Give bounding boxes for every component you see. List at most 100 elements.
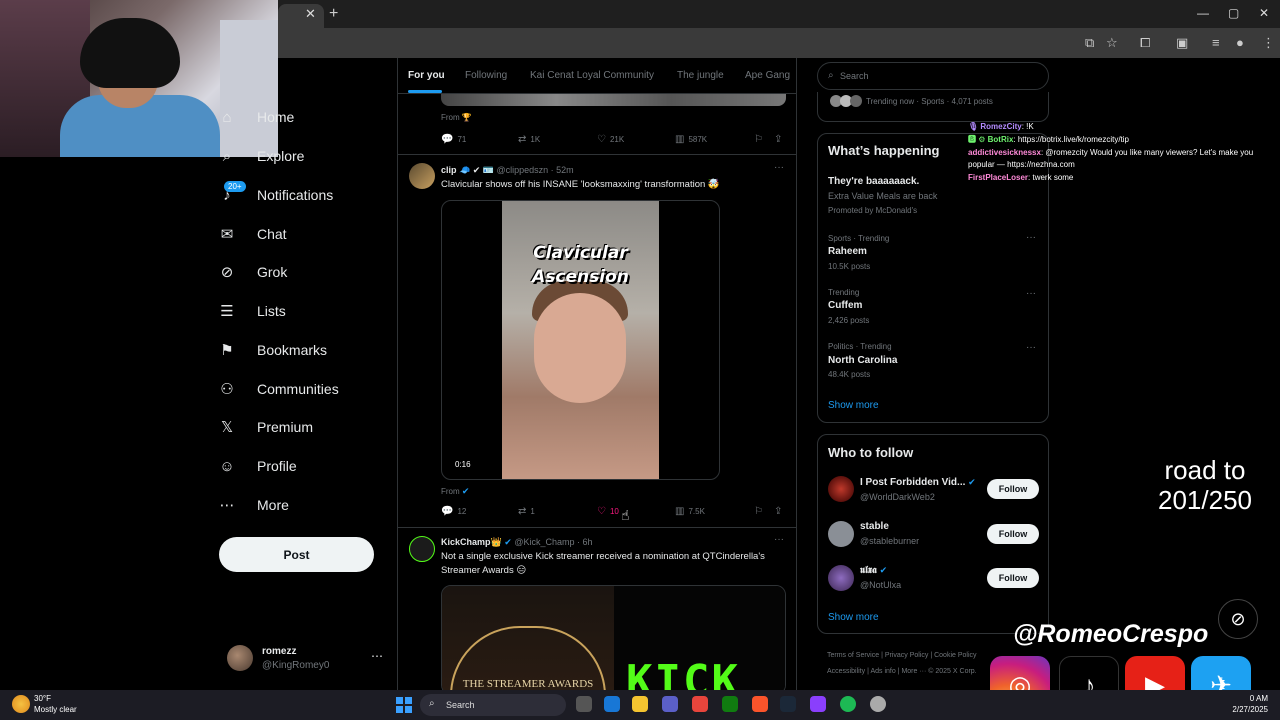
sidebar-item-explore[interactable]: ⌕ Explore [218, 141, 305, 171]
profile-icon[interactable]: ● [1236, 35, 1244, 50]
follow-button[interactable]: Follow [987, 568, 1039, 588]
verified-icon: ✔ [968, 477, 976, 487]
sidebar-item-communities[interactable]: ⚇ Communities [218, 374, 338, 404]
share-button[interactable]: ⇪ [774, 134, 786, 145]
sidebar-item-more[interactable]: ⋯ More [218, 490, 289, 520]
trend-name[interactable]: Cuffem [828, 300, 862, 311]
bell-icon: ♪ 20+ [218, 180, 246, 204]
steam-icon[interactable] [780, 696, 796, 712]
sidebar-item-bookmarks[interactable]: ⚑ Bookmarks [218, 335, 327, 365]
more-icon[interactable]: ··· [774, 534, 784, 545]
tab-ape-gang[interactable]: Ape Gang [745, 70, 790, 81]
chrome-icon[interactable] [692, 696, 708, 712]
bookmark-button[interactable]: ⚐ [754, 134, 767, 145]
brave-icon[interactable] [752, 696, 768, 712]
more-icon[interactable]: ··· [1026, 342, 1036, 353]
like-button[interactable]: ♡ 21K [597, 134, 624, 145]
sidebar-item-profile[interactable]: ☺ Profile [218, 451, 296, 481]
avatar[interactable] [828, 521, 854, 547]
avatar[interactable] [828, 476, 854, 502]
video-title: Clavicular Ascension [532, 243, 629, 287]
weather-condition[interactable]: Mostly clear [34, 705, 77, 714]
avatar[interactable] [828, 565, 854, 591]
share-icon: ⇪ [774, 134, 783, 145]
app-icon[interactable] [870, 696, 886, 712]
account-switcher[interactable]: romezz @KingRomey0 ⋯ [227, 643, 387, 675]
post-button[interactable]: Post [219, 537, 374, 572]
trend-name[interactable]: Raheem [828, 246, 867, 257]
tab-for-you[interactable]: For you [408, 70, 445, 81]
repost-button[interactable]: ⇄ 1 [518, 506, 535, 517]
repost-button[interactable]: ⇄ 1K [518, 134, 540, 145]
new-tab-button[interactable]: + [329, 5, 338, 23]
share-button[interactable]: ⇪ [774, 506, 786, 517]
bookmark-icon: ⚑ [220, 342, 234, 359]
bookmark-button[interactable]: ⚐ [754, 506, 767, 517]
post-video[interactable]: Clavicular Ascension 0:16 [441, 200, 720, 480]
edge-icon[interactable] [604, 696, 620, 712]
menu-icon[interactable]: ⋮ [1262, 35, 1275, 51]
task-view-icon[interactable] [576, 696, 592, 712]
search-input[interactable]: ⌕ Search [817, 62, 1049, 90]
tab-the-jungle[interactable]: The jungle [677, 70, 724, 81]
extensions-icon[interactable]: ⧠ [1140, 35, 1150, 51]
post-media[interactable] [441, 94, 786, 106]
show-more-link[interactable]: Show more [828, 400, 879, 411]
spotify-icon[interactable] [840, 696, 856, 712]
sidepanel-icon[interactable]: ▣ [1176, 35, 1188, 51]
promo-title[interactable]: They're baaaaaack. [828, 176, 919, 187]
tab-following[interactable]: Following [465, 70, 507, 81]
repost-icon: ⇄ [518, 134, 527, 145]
views-button[interactable]: ▥ 7.5K [675, 506, 705, 517]
avatar[interactable] [409, 536, 435, 562]
start-button[interactable] [396, 697, 412, 713]
minimize-icon[interactable]: — [1197, 6, 1209, 20]
reply-button[interactable]: 💬 71 [441, 134, 466, 145]
follow-name[interactable]: I Post Forbidden Vid... ✔ [860, 477, 976, 488]
reply-button[interactable]: 💬 12 [441, 506, 466, 517]
follow-button[interactable]: Follow [987, 524, 1039, 544]
follow-name[interactable]: 𝖚𝖑𝖝𝖆 ✔ [860, 565, 887, 576]
sidebar-item-notifications[interactable]: ♪ 20+ Notifications [218, 180, 333, 210]
show-more-link[interactable]: Show more [828, 612, 879, 623]
system-clock[interactable]: 0 AM 2/27/2025 [1220, 693, 1268, 715]
sidebar-item-premium[interactable]: 𝕏 Premium [218, 412, 313, 442]
install-icon[interactable]: ⧉ [1085, 35, 1094, 51]
post-image[interactable]: THE STREAMER AWARDS KICK [441, 585, 786, 690]
follow-button[interactable]: Follow [987, 479, 1039, 499]
sidebar-item-grok[interactable]: ⊘ Grok [218, 257, 288, 287]
grok-icon[interactable]: ⊘ [1218, 599, 1258, 639]
more-icon[interactable]: ··· [774, 162, 784, 173]
taskbar-search[interactable]: ⌕ Search [420, 694, 566, 716]
sidebar-item-lists[interactable]: ☰ Lists [218, 296, 286, 326]
follow-name[interactable]: stable [860, 521, 889, 532]
views-button[interactable]: ▥ 587K [675, 134, 707, 145]
author-name[interactable]: KickChamp👑 [441, 537, 502, 547]
sidebar-item-home[interactable]: ⌂ Home [218, 102, 294, 132]
trend-name[interactable]: North Carolina [828, 355, 897, 366]
window-close-icon[interactable]: ✕ [1259, 6, 1269, 20]
more-icon[interactable]: ··· [1026, 232, 1036, 243]
browser-tab[interactable] [278, 4, 324, 28]
file-explorer-icon[interactable] [632, 696, 648, 712]
copilot-icon[interactable] [810, 696, 826, 712]
maximize-icon[interactable]: ▢ [1228, 6, 1239, 20]
tab-kai-cenat-community[interactable]: Kai Cenat Loyal Community [530, 70, 654, 81]
teams-icon[interactable] [662, 696, 678, 712]
weather-icon[interactable] [12, 695, 30, 713]
trend-context: Sports · Trending [828, 234, 890, 243]
author-meta[interactable]: @Kick_Champ · 6h [514, 537, 592, 547]
like-button[interactable]: ♡ 10 [597, 506, 619, 517]
star-icon[interactable]: ☆ [1106, 35, 1118, 51]
tab-close-icon[interactable]: ✕ [305, 6, 316, 22]
sidebar-item-chat[interactable]: ✉ Chat [218, 219, 287, 249]
more-icon[interactable]: ··· [1026, 288, 1036, 299]
weather-temp[interactable]: 30°F [34, 694, 51, 703]
media-icon[interactable]: ≡ [1212, 35, 1220, 50]
more-icon[interactable]: ⋯ [371, 649, 383, 663]
trending-now[interactable]: Trending now · Sports · 4,071 posts [817, 92, 1049, 122]
author-meta[interactable]: @clippedszn · 52m [497, 165, 574, 175]
xbox-icon[interactable] [722, 696, 738, 712]
author-name[interactable]: clip [441, 165, 457, 175]
avatar[interactable] [409, 163, 435, 189]
